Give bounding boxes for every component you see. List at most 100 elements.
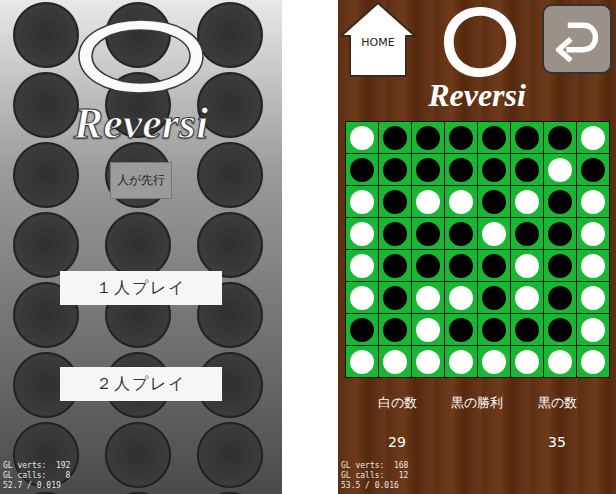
debug-line: 53.5 / 0.016 [341,481,408,491]
board-cell[interactable] [478,282,510,313]
board-cell[interactable] [346,218,378,249]
board-cell[interactable] [346,282,378,313]
stone [548,222,572,246]
board-cell[interactable] [511,154,543,185]
stone [416,318,440,342]
play-mode-button[interactable]: ２人プレイ [60,367,222,401]
stone [581,318,605,342]
stone [383,286,407,310]
board-cell[interactable] [379,282,411,313]
board-cell[interactable] [577,346,609,377]
stone [515,286,539,310]
board-cell[interactable] [511,250,543,281]
score-value: 29 [388,434,406,450]
board-cell[interactable] [346,346,378,377]
board-cell[interactable] [412,186,444,217]
board-cell[interactable] [577,122,609,153]
stone [548,126,572,150]
board-cell[interactable] [511,122,543,153]
board-cell[interactable] [544,154,576,185]
board-cell[interactable] [412,122,444,153]
board-cell[interactable] [445,346,477,377]
game-board [345,121,610,378]
board-cell[interactable] [412,346,444,377]
board-cell[interactable] [412,250,444,281]
stone [350,158,374,182]
home-button[interactable]: HOME [338,0,418,78]
board-cell[interactable] [511,186,543,217]
board-cell[interactable] [577,314,609,345]
board-cell[interactable] [445,218,477,249]
board-cell[interactable] [445,250,477,281]
board-cell[interactable] [379,122,411,153]
play-mode-button[interactable]: １人プレイ [60,271,222,305]
back-button[interactable] [542,4,612,74]
stone [515,254,539,278]
score-panel: 白の数 29黒の勝利 黒の数 35 [338,394,616,450]
stone [515,126,539,150]
board-cell[interactable] [478,314,510,345]
board-cell[interactable] [544,346,576,377]
board-cell[interactable] [478,154,510,185]
board-cell[interactable] [346,154,378,185]
stone [581,350,605,374]
board-cell[interactable] [544,314,576,345]
board-cell[interactable] [544,282,576,313]
board-cell[interactable] [412,282,444,313]
board-cell[interactable] [511,346,543,377]
board-cell[interactable] [577,282,609,313]
board-cell[interactable] [511,282,543,313]
board-cell[interactable] [544,186,576,217]
board-cell[interactable] [445,314,477,345]
board-cell[interactable] [445,122,477,153]
stone [383,190,407,214]
stone [416,126,440,150]
board-cell[interactable] [511,218,543,249]
top-bar: HOME [338,0,616,80]
board-cell[interactable] [412,154,444,185]
debug-overlay: GL verts: 192GL calls: 852.7 / 0.019 [0,461,70,494]
board-cell[interactable] [577,218,609,249]
board-cell[interactable] [577,186,609,217]
ring-logo-icon [76,16,206,96]
board-cell[interactable] [379,314,411,345]
board-cell[interactable] [577,250,609,281]
board-cell[interactable] [346,314,378,345]
board-cell[interactable] [478,346,510,377]
stone [383,126,407,150]
stone [581,158,605,182]
board-cell[interactable] [346,186,378,217]
board-cell[interactable] [445,154,477,185]
stone [581,286,605,310]
stone [416,350,440,374]
stone [581,126,605,150]
board-cell[interactable] [346,122,378,153]
page: Reversi 人が先行 １人プレイ２人プレイ GL verts: 192GL … [0,0,616,494]
stone [350,286,374,310]
board-cell[interactable] [379,346,411,377]
board-cell[interactable] [577,154,609,185]
board-cell[interactable] [412,218,444,249]
debug-line: GL calls: 12 [341,471,408,481]
board-cell[interactable] [379,250,411,281]
board-cell[interactable] [478,122,510,153]
stone [383,350,407,374]
turn-order-button[interactable]: 人が先行 [110,162,172,199]
board-cell[interactable] [412,314,444,345]
board-cell[interactable] [445,186,477,217]
board-cell[interactable] [379,218,411,249]
title-screen: Reversi 人が先行 １人プレイ２人プレイ GL verts: 192GL … [0,0,282,494]
stone [449,350,473,374]
board-cell[interactable] [346,250,378,281]
board-cell[interactable] [544,250,576,281]
board-cell[interactable] [544,218,576,249]
board-cell[interactable] [478,218,510,249]
board-cell[interactable] [478,186,510,217]
board-cell[interactable] [511,314,543,345]
board-cell[interactable] [544,122,576,153]
board-cell[interactable] [379,186,411,217]
debug-overlay: GL verts: 168GL calls: 1253.5 / 0.016 [338,461,408,494]
board-cell[interactable] [478,250,510,281]
board-cell[interactable] [445,282,477,313]
board-cell[interactable] [379,154,411,185]
